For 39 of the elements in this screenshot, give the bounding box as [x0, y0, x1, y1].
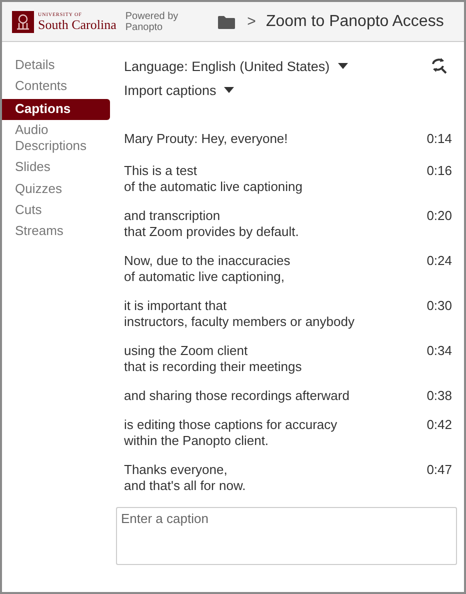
caret-icon[interactable] — [338, 63, 348, 69]
caption-time[interactable]: 0:34 — [426, 343, 452, 359]
session-title: Zoom to Panopto Access — [266, 12, 444, 30]
powered-by-text: Panopto — [125, 22, 164, 32]
caption-text[interactable]: Mary Prouty: Hey, everyone! — [124, 131, 288, 147]
powered-by-text: Powered by — [125, 10, 178, 22]
import-captions-dropdown[interactable]: Import captions — [124, 78, 460, 102]
caption-time[interactable]: 0:42 — [426, 417, 452, 433]
breadcrumb-separator: > — [247, 13, 256, 30]
sidebar-item[interactable]: Details — [2, 55, 110, 76]
refresh-search-icon[interactable] — [430, 57, 448, 75]
caption-time[interactable]: 0:20 — [426, 208, 452, 224]
caption-text[interactable]: and sharing those recordings afterward — [124, 388, 350, 404]
caption-time[interactable]: 0:24 — [426, 253, 452, 269]
sidebar-item[interactable]: Captions — [2, 98, 110, 120]
caption-text[interactable]: using the Zoom client that is recording their meetings — [124, 343, 302, 375]
caption-time[interactable]: 0:47 — [426, 462, 452, 478]
caption-text[interactable]: and transcription that Zoom provides by default. — [124, 208, 299, 240]
caption-text[interactable]: Thanks everyone, and that's all for now. — [124, 462, 246, 494]
caption-text[interactable]: it is important that instructors, faculty members or anybody — [124, 298, 354, 330]
caption-time[interactable]: 0:38 — [426, 388, 452, 404]
caption-input-field[interactable]: Enter a caption — [116, 507, 457, 565]
sidebar-item[interactable]: Quizzes — [2, 178, 110, 200]
sidebar-item[interactable]: Streams — [2, 221, 110, 242]
crest-icon — [12, 10, 34, 32]
sidebar-item[interactable]: Audio Descriptions — [2, 120, 110, 158]
caption-text[interactable]: Now, due to the inaccuracies of automatic live captioning, — [124, 253, 290, 285]
folder-icon[interactable] — [218, 14, 236, 28]
sidebar-item[interactable]: Slides — [2, 157, 110, 178]
caption-text[interactable]: is editing those captions for accuracy within the Panopto client. — [124, 417, 338, 449]
caret-icon[interactable] — [224, 87, 234, 93]
language-dropdown[interactable]: Language: English (United States) — [124, 54, 348, 78]
caption-text[interactable]: This is a test of the automatic live captioning — [124, 163, 302, 195]
logo-name: South Carolina — [38, 18, 116, 30]
caption-time[interactable]: 0:30 — [426, 298, 452, 314]
sidebar-item[interactable]: Contents — [2, 76, 110, 98]
sidebar-item[interactable]: Cuts — [2, 200, 110, 221]
caption-time[interactable]: 0:16 — [426, 163, 452, 179]
caption-time[interactable]: 0:14 — [426, 131, 452, 147]
